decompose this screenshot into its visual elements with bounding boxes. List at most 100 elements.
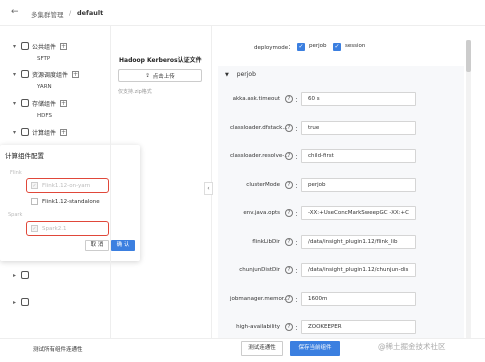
config-label: akka.ask.timeout — [232, 96, 280, 102]
config-label: clusterMode — [246, 181, 280, 188]
config-label: jobmanager.memor... — [230, 295, 289, 302]
option-label: Flink1.12-standalone — [42, 198, 100, 205]
caret-down-icon: ▼ — [225, 72, 229, 78]
help-icon[interactable]: ? — [285, 209, 293, 217]
add-icon[interactable]: + — [72, 70, 80, 78]
highlight-box — [26, 221, 109, 236]
chevron-down-icon[interactable]: ▾ — [13, 100, 21, 107]
compute-config-popup: 计算组件配置 Flink ✓ Flink1.12-on-yarn Flink1.… — [0, 145, 140, 261]
config-label: high-availability — [236, 324, 280, 330]
config-label: chunjunDistDir — [239, 267, 280, 273]
column-divider — [110, 26, 111, 338]
option-flink-standalone[interactable]: Flink1.12-standalone — [31, 198, 100, 205]
tree-group-collapsed[interactable]: ▸ — [13, 270, 32, 280]
popup-title: 计算组件配置 — [5, 152, 44, 160]
breadcrumb-current: default — [77, 9, 104, 17]
help-icon[interactable]: ? — [285, 237, 293, 246]
label-colon: ： — [295, 126, 301, 133]
deploymode-option: session — [345, 43, 366, 49]
chevron-right-icon[interactable]: ▸ — [13, 299, 21, 306]
globe-icon — [21, 42, 29, 50]
tree-group-label: 公共组件 — [32, 43, 57, 51]
upload-button[interactable]: ⇪ 点击上传 — [118, 69, 202, 82]
chevron-down-icon[interactable]: ▾ — [13, 71, 21, 78]
chevron-right-icon[interactable]: ▸ — [13, 272, 21, 279]
storage-icon — [21, 99, 29, 107]
perjob-title: perjob — [236, 71, 256, 78]
label-colon: ： — [295, 297, 301, 304]
cancel-button[interactable]: 取 消 — [85, 240, 109, 251]
upload-icon: ⇪ — [145, 72, 150, 79]
group-label-spark: Spark — [8, 212, 23, 218]
group-label-flink: Flink — [10, 170, 22, 176]
breadcrumb-separator: / — [69, 9, 72, 17]
header-bar — [0, 0, 485, 26]
help-icon[interactable]: ? — [285, 152, 293, 160]
tree-leaf-sftp[interactable]: SFTP — [37, 56, 50, 62]
help-icon[interactable]: ? — [285, 123, 293, 132]
confirm-button[interactable]: 确 认 — [111, 240, 135, 251]
config-value-input[interactable]: perjob — [301, 177, 416, 192]
tree-group-public[interactable]: ▾ 公共组件 + — [13, 41, 68, 51]
tree-group-scheduler[interactable]: ▾ 资源调度组件 + — [13, 69, 80, 79]
tree-group-compute[interactable]: ▾ 计算组件 + — [13, 127, 68, 137]
tree-group-collapsed[interactable]: ▸ — [13, 297, 32, 307]
watermark: @稀土掘金技术社区 — [378, 342, 446, 351]
tree-leaf-hdfs[interactable]: HDFS — [37, 113, 52, 119]
scrollbar-thumb[interactable] — [466, 40, 471, 72]
test-connectivity-button[interactable]: 测试连通性 — [241, 341, 283, 356]
add-icon[interactable]: + — [60, 42, 68, 50]
tree-group-storage[interactable]: ▾ 存储组件 + — [13, 98, 68, 108]
test-all-connectivity-button[interactable]: 测试所有组件连通性 — [33, 345, 83, 353]
help-icon[interactable]: ? — [285, 294, 293, 303]
save-component-button[interactable]: 保存当前组件 — [290, 341, 340, 356]
perjob-header[interactable]: ▼ perjob — [225, 71, 256, 78]
tree-group-label: 计算组件 — [32, 129, 57, 137]
upload-label: 点击上传 — [152, 73, 175, 80]
checkbox-unchecked[interactable] — [31, 198, 38, 205]
tree-leaf-yarn[interactable]: YARN — [37, 84, 52, 90]
chevron-down-icon[interactable]: ▾ — [13, 43, 21, 50]
label-colon: ： — [295, 98, 301, 104]
chevron-down-icon[interactable]: ▾ — [13, 129, 21, 136]
tree-group-label: 存储组件 — [32, 100, 57, 108]
add-icon[interactable]: + — [60, 128, 68, 136]
upload-hint: 仅支持.zip格式 — [118, 89, 152, 95]
collapse-chevron-icon[interactable]: ‹ — [204, 182, 213, 195]
config-label: env.java.opts — [243, 210, 280, 216]
highlight-box — [26, 178, 109, 193]
config-value-input[interactable]: true — [301, 120, 416, 135]
label-colon: ： — [295, 155, 301, 161]
help-icon[interactable]: ? — [285, 266, 293, 274]
component-icon — [21, 298, 29, 306]
config-value-input[interactable]: -XX:+UseConcMarkSweepGC -XX:+C — [301, 206, 416, 220]
breadcrumb-root[interactable]: 多集群管理 — [31, 9, 64, 19]
tree-group-label: 资源调度组件 — [32, 71, 69, 79]
label-colon: ： — [295, 212, 301, 218]
back-arrow-icon[interactable]: ← — [11, 8, 19, 17]
config-value-input[interactable]: ZOOKEEPER — [301, 320, 416, 334]
config-value-input[interactable]: child-first — [301, 149, 416, 163]
config-value-input[interactable]: 1600m — [301, 291, 416, 306]
kerberos-title: Hadoop Kerberos认证文件 — [119, 57, 202, 64]
help-icon[interactable]: ? — [285, 180, 293, 189]
config-label: flinkLibDir — [252, 238, 280, 245]
config-label: classloader.dfstack... — [230, 124, 288, 131]
label-colon: ： — [295, 240, 301, 247]
compute-icon — [21, 128, 29, 136]
checkbox-perjob[interactable]: ✓ — [297, 43, 305, 51]
add-icon[interactable]: + — [60, 99, 68, 107]
config-label: classloader.resolve-... — [230, 153, 290, 159]
help-icon[interactable]: ? — [285, 323, 293, 331]
deploymode-option: perjob — [309, 43, 327, 49]
config-value-input[interactable]: /data/insight_plugin1.12/chunjun-dis — [301, 263, 416, 277]
label-colon: ： — [295, 183, 301, 190]
scrollbar[interactable] — [466, 40, 471, 338]
label-colon: ： — [295, 326, 301, 332]
config-value-input[interactable]: 60 s — [301, 92, 416, 106]
deploymode-label: deploymode： — [254, 45, 294, 51]
config-value-input[interactable]: /data/insight_plugin1.12/flink_lib — [301, 234, 416, 249]
checkbox-session[interactable]: ✓ — [333, 43, 341, 51]
component-icon — [21, 271, 29, 279]
help-icon[interactable]: ? — [285, 95, 293, 103]
